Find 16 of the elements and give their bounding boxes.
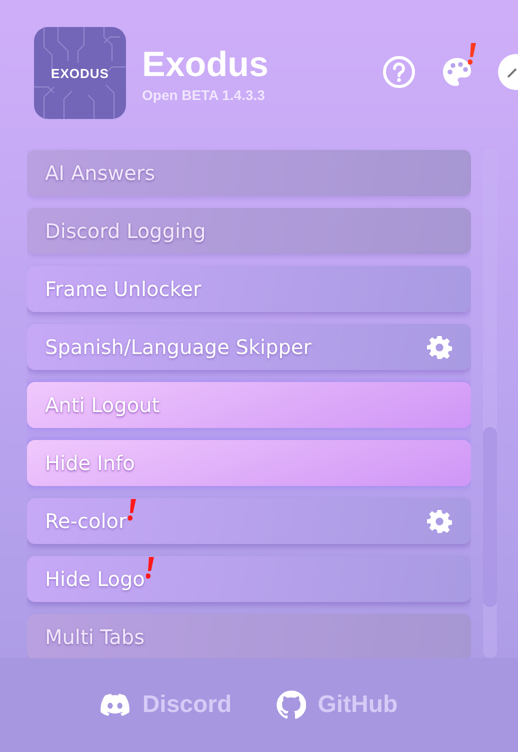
module-toggle[interactable]: Anti Logout xyxy=(27,382,471,428)
circle-button-icon[interactable] xyxy=(498,54,518,90)
palette-icon[interactable] xyxy=(440,55,474,89)
app-title: Exodus xyxy=(142,45,268,85)
scrollbar[interactable] xyxy=(483,148,497,658)
settings-icon[interactable] xyxy=(427,508,452,534)
logo-text: EXODUS xyxy=(51,66,109,80)
module-toggle[interactable]: Frame Unlocker xyxy=(27,266,471,312)
version-label: Open BETA 1.4.3.3 xyxy=(142,87,266,103)
cat-logo-icon xyxy=(276,690,306,720)
module-toggle[interactable]: Hide Info xyxy=(27,440,471,486)
settings-icon[interactable] xyxy=(427,334,452,360)
help-icon[interactable] xyxy=(382,55,416,89)
module-toggle[interactable]: Re-color xyxy=(27,498,471,544)
module-toggle[interactable]: Spanish/Language Skipper xyxy=(27,324,471,370)
module-toggle[interactable]: Hide Logo xyxy=(27,556,471,602)
